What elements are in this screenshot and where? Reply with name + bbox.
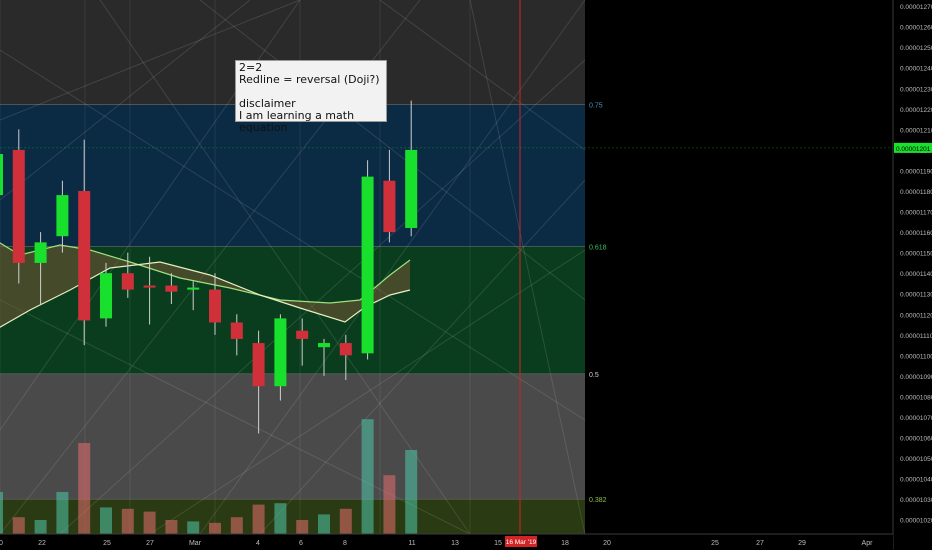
chart-canvas[interactable]: 0.75 0.618 0.5 0.382 0.00001270 0.00001260 0.0… <box>0 0 932 550</box>
price-tick-label: 0.00001170 <box>900 210 932 217</box>
volume-bar <box>383 475 396 534</box>
time-tick-label: 15 <box>494 540 502 547</box>
price-tick-label: 0.00001230 <box>900 86 932 93</box>
candle-body <box>405 149 418 228</box>
price-tick-label: 0.00001180 <box>900 189 932 196</box>
price-tick-label: 0.00001250 <box>900 45 932 52</box>
price-tick-label: 0.00001110 <box>900 333 932 340</box>
price-tick-label: 0.00001260 <box>900 25 932 32</box>
last-price-label: 0.00001201 <box>896 146 931 153</box>
price-tick-label: 0.00001220 <box>900 107 932 114</box>
price-tick-label: 0.00001150 <box>900 251 932 258</box>
price-tick-label: 0.00001270 <box>900 4 932 11</box>
price-tick-label: 0.00001190 <box>900 168 932 175</box>
price-tick-label: 0.00001030 <box>900 497 932 504</box>
volume-bar <box>405 450 418 534</box>
candle-body <box>12 149 25 263</box>
candle-body <box>100 273 112 319</box>
volume-bar <box>296 520 309 534</box>
price-tick-label: 0.00001140 <box>900 271 932 278</box>
price-tick-label: 0.00001070 <box>900 415 932 422</box>
time-tick-label: 0 <box>0 540 3 547</box>
volume-bar <box>0 492 3 534</box>
candle-body <box>165 285 178 292</box>
candle-body <box>34 242 47 263</box>
candle-body <box>187 287 200 290</box>
volume-bar <box>165 520 178 534</box>
time-highlight-label: 16 Mar '19 <box>506 539 537 546</box>
volume-bar <box>318 514 330 534</box>
fib-label: 0.75 <box>589 103 603 110</box>
annotation-line-2: Redline = reversal (Doji?) <box>239 73 380 86</box>
volume-bar <box>187 521 200 534</box>
volume-bar <box>121 508 134 534</box>
price-tick-label: 0.00001050 <box>900 456 932 463</box>
volume-bar <box>274 503 287 534</box>
candle-body <box>252 343 265 387</box>
price-tick-label: 0.00001090 <box>900 374 932 381</box>
price-tick-label: 0.00001100 <box>900 353 932 360</box>
time-tick-label: 25 <box>711 540 719 547</box>
candle-body <box>318 343 330 348</box>
time-tick-label: 29 <box>798 540 806 547</box>
time-tick-label: 8 <box>343 540 347 547</box>
time-tick-label: 27 <box>146 540 154 547</box>
time-tick-label: Apr <box>862 540 874 547</box>
volume-bar <box>209 522 221 534</box>
time-tick-label: 4 <box>256 540 260 547</box>
candle-body <box>339 343 352 356</box>
price-tick-label: 0.00001240 <box>900 66 932 73</box>
time-tick-label: 13 <box>451 540 459 547</box>
candle-body <box>296 330 309 339</box>
candle-body <box>274 318 287 387</box>
time-tick-label: Mar <box>189 540 202 547</box>
price-tick-label: 0.00001120 <box>900 312 932 319</box>
volume-bar <box>78 443 91 534</box>
fib-label: 0.5 <box>589 372 599 379</box>
candle-body <box>230 322 243 339</box>
volume-bar <box>12 517 25 534</box>
candle-body <box>56 195 69 237</box>
time-tick-label: 22 <box>38 540 46 547</box>
candle-body <box>209 289 221 323</box>
fib-label: 0.618 <box>589 244 607 251</box>
volume-bar <box>252 504 265 534</box>
annotation-line-4: I am learning a math equation <box>239 109 355 134</box>
price-tick-label: 0.00001210 <box>900 127 932 134</box>
time-tick-label: 11 <box>408 540 415 547</box>
price-tick-label: 0.00001020 <box>900 518 932 525</box>
volume-bar <box>143 511 156 534</box>
volume-bar <box>230 517 243 534</box>
candle-body <box>143 285 156 288</box>
volume-bar <box>56 492 69 534</box>
fib-label: 0.382 <box>589 497 607 504</box>
volume-bar <box>361 419 374 534</box>
time-tick-label: 18 <box>561 540 569 547</box>
candle-body <box>121 273 134 290</box>
volume-bar <box>339 508 352 534</box>
price-tick-label: 0.00001040 <box>900 477 932 484</box>
volume-bar <box>100 507 112 534</box>
candle-body <box>361 176 374 354</box>
price-tick-label: 0.00001130 <box>900 292 932 299</box>
volume-bar <box>34 520 47 534</box>
time-tick-label: 20 <box>603 540 611 547</box>
price-tick-label: 0.00001080 <box>900 394 932 401</box>
time-tick-label: 27 <box>756 540 764 547</box>
time-tick-label: 6 <box>299 540 303 547</box>
candle-body <box>383 180 396 233</box>
candle-body <box>0 154 3 196</box>
time-tick-label: 25 <box>103 540 111 547</box>
price-tick-label: 0.00001160 <box>900 230 932 237</box>
price-tick-label: 0.00001060 <box>900 436 932 443</box>
candle-body <box>78 191 91 321</box>
annotation-note[interactable]: 2=2 Redline = reversal (Doji?) disclaime… <box>235 60 387 134</box>
